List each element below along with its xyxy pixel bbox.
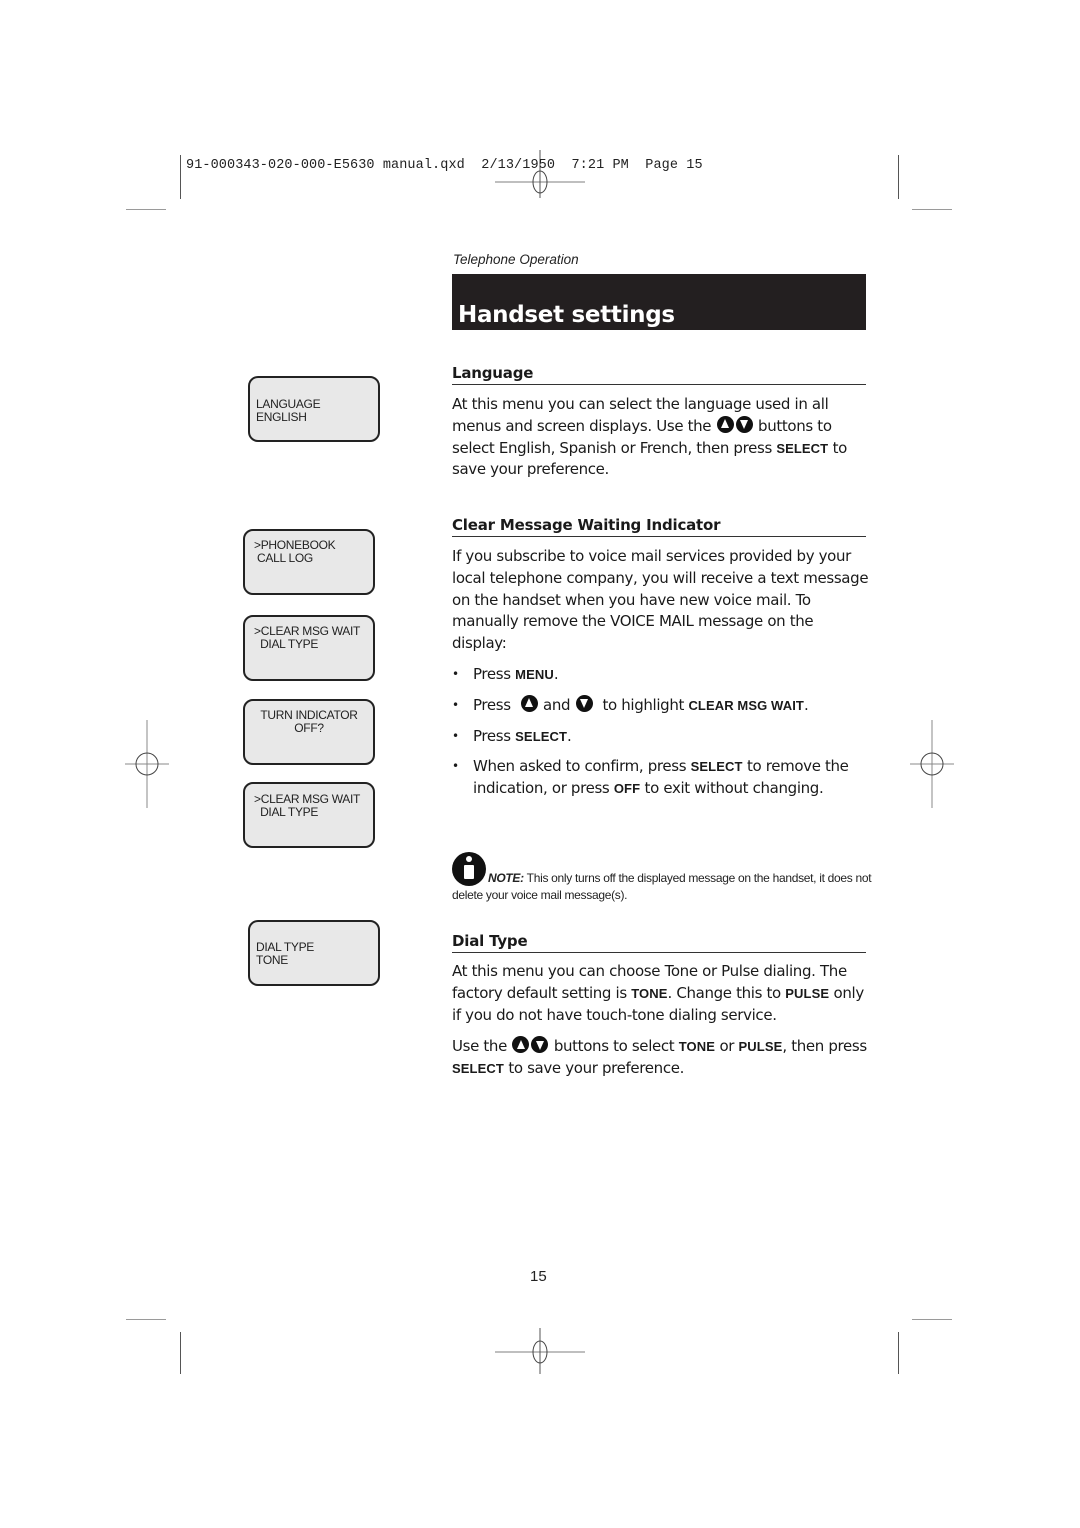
title-bar: Handset settings — [452, 274, 866, 330]
lcd-screen-language: LANGUAGE ENGLISH — [248, 376, 380, 442]
lcd-line: DIAL TYPE — [254, 805, 319, 819]
registration-mark-left — [125, 720, 169, 808]
list-item: When asked to confirm, press SELECT to r… — [452, 756, 872, 800]
lcd-screen-turn-indicator-off: TURN INDICATOR OFF? — [243, 699, 375, 765]
lcd-screen-phonebook: >PHONEBOOK CALL LOG — [243, 529, 375, 595]
info-icon — [452, 852, 486, 886]
keyword-select: SELECT — [776, 440, 829, 456]
dial-type-paragraph-1: At this menu you can choose Tone or Puls… — [452, 962, 864, 1024]
crop-mark — [912, 209, 952, 210]
list-item: Press and to highlight CLEAR MSG WAIT. — [452, 694, 872, 717]
crop-mark — [180, 155, 181, 199]
up-button-icon — [520, 694, 538, 712]
crop-mark — [180, 1332, 181, 1374]
lcd-line: TONE — [256, 953, 288, 967]
down-button-icon — [531, 1036, 549, 1053]
lcd-line: CALL LOG — [254, 551, 313, 565]
print-slug: 91-000343-020-000-E5630 manual.qxd 2/13/… — [186, 158, 703, 173]
lcd-screen-clear-msg-wait-2: >CLEAR MSG WAIT DIAL TYPE — [243, 782, 375, 848]
lcd-line: OFF? — [294, 721, 324, 735]
page-number: 15 — [530, 1268, 547, 1285]
section-heading-dial-type: Dial Type — [452, 932, 866, 953]
crop-mark — [126, 209, 166, 210]
list-item: Press MENU. — [452, 664, 872, 686]
crop-mark — [898, 1332, 899, 1374]
section-heading-clear-msg-wait: Clear Message Waiting Indicator — [452, 516, 866, 537]
list-item: Press SELECT. — [452, 726, 872, 748]
cmwi-intro-paragraph: If you subscribe to voice mail services … — [452, 547, 869, 653]
lcd-line: ENGLISH — [256, 410, 307, 424]
crop-mark — [912, 1319, 952, 1320]
up-button-icon — [716, 415, 734, 433]
lcd-screen-dial-type: DIAL TYPE TONE — [248, 920, 380, 986]
down-button-icon — [575, 694, 593, 712]
crop-mark — [126, 1319, 166, 1320]
section-heading-language: Language — [452, 364, 866, 385]
lcd-line: DIAL TYPE — [254, 637, 319, 651]
cmwi-steps-list: Press MENU. Press and to highlight CLEAR… — [452, 664, 872, 809]
up-button-icon — [512, 1036, 530, 1053]
lcd-screen-clear-msg-wait: >CLEAR MSG WAIT DIAL TYPE — [243, 615, 375, 681]
registration-mark-right — [910, 720, 954, 808]
language-paragraph: At this menu you can select the language… — [452, 395, 847, 479]
dial-type-paragraph-2: Use the buttons to select TONE or PULSE,… — [452, 1036, 867, 1077]
note-label: NOTE: — [488, 871, 524, 885]
down-button-icon — [735, 415, 753, 433]
note-callout: NOTE: This only turns off the displayed … — [452, 852, 872, 904]
section-kicker: Telephone Operation — [453, 252, 579, 267]
registration-mark-bottom — [495, 1328, 585, 1374]
crop-mark — [898, 155, 899, 199]
page-title: Handset settings — [458, 302, 675, 328]
